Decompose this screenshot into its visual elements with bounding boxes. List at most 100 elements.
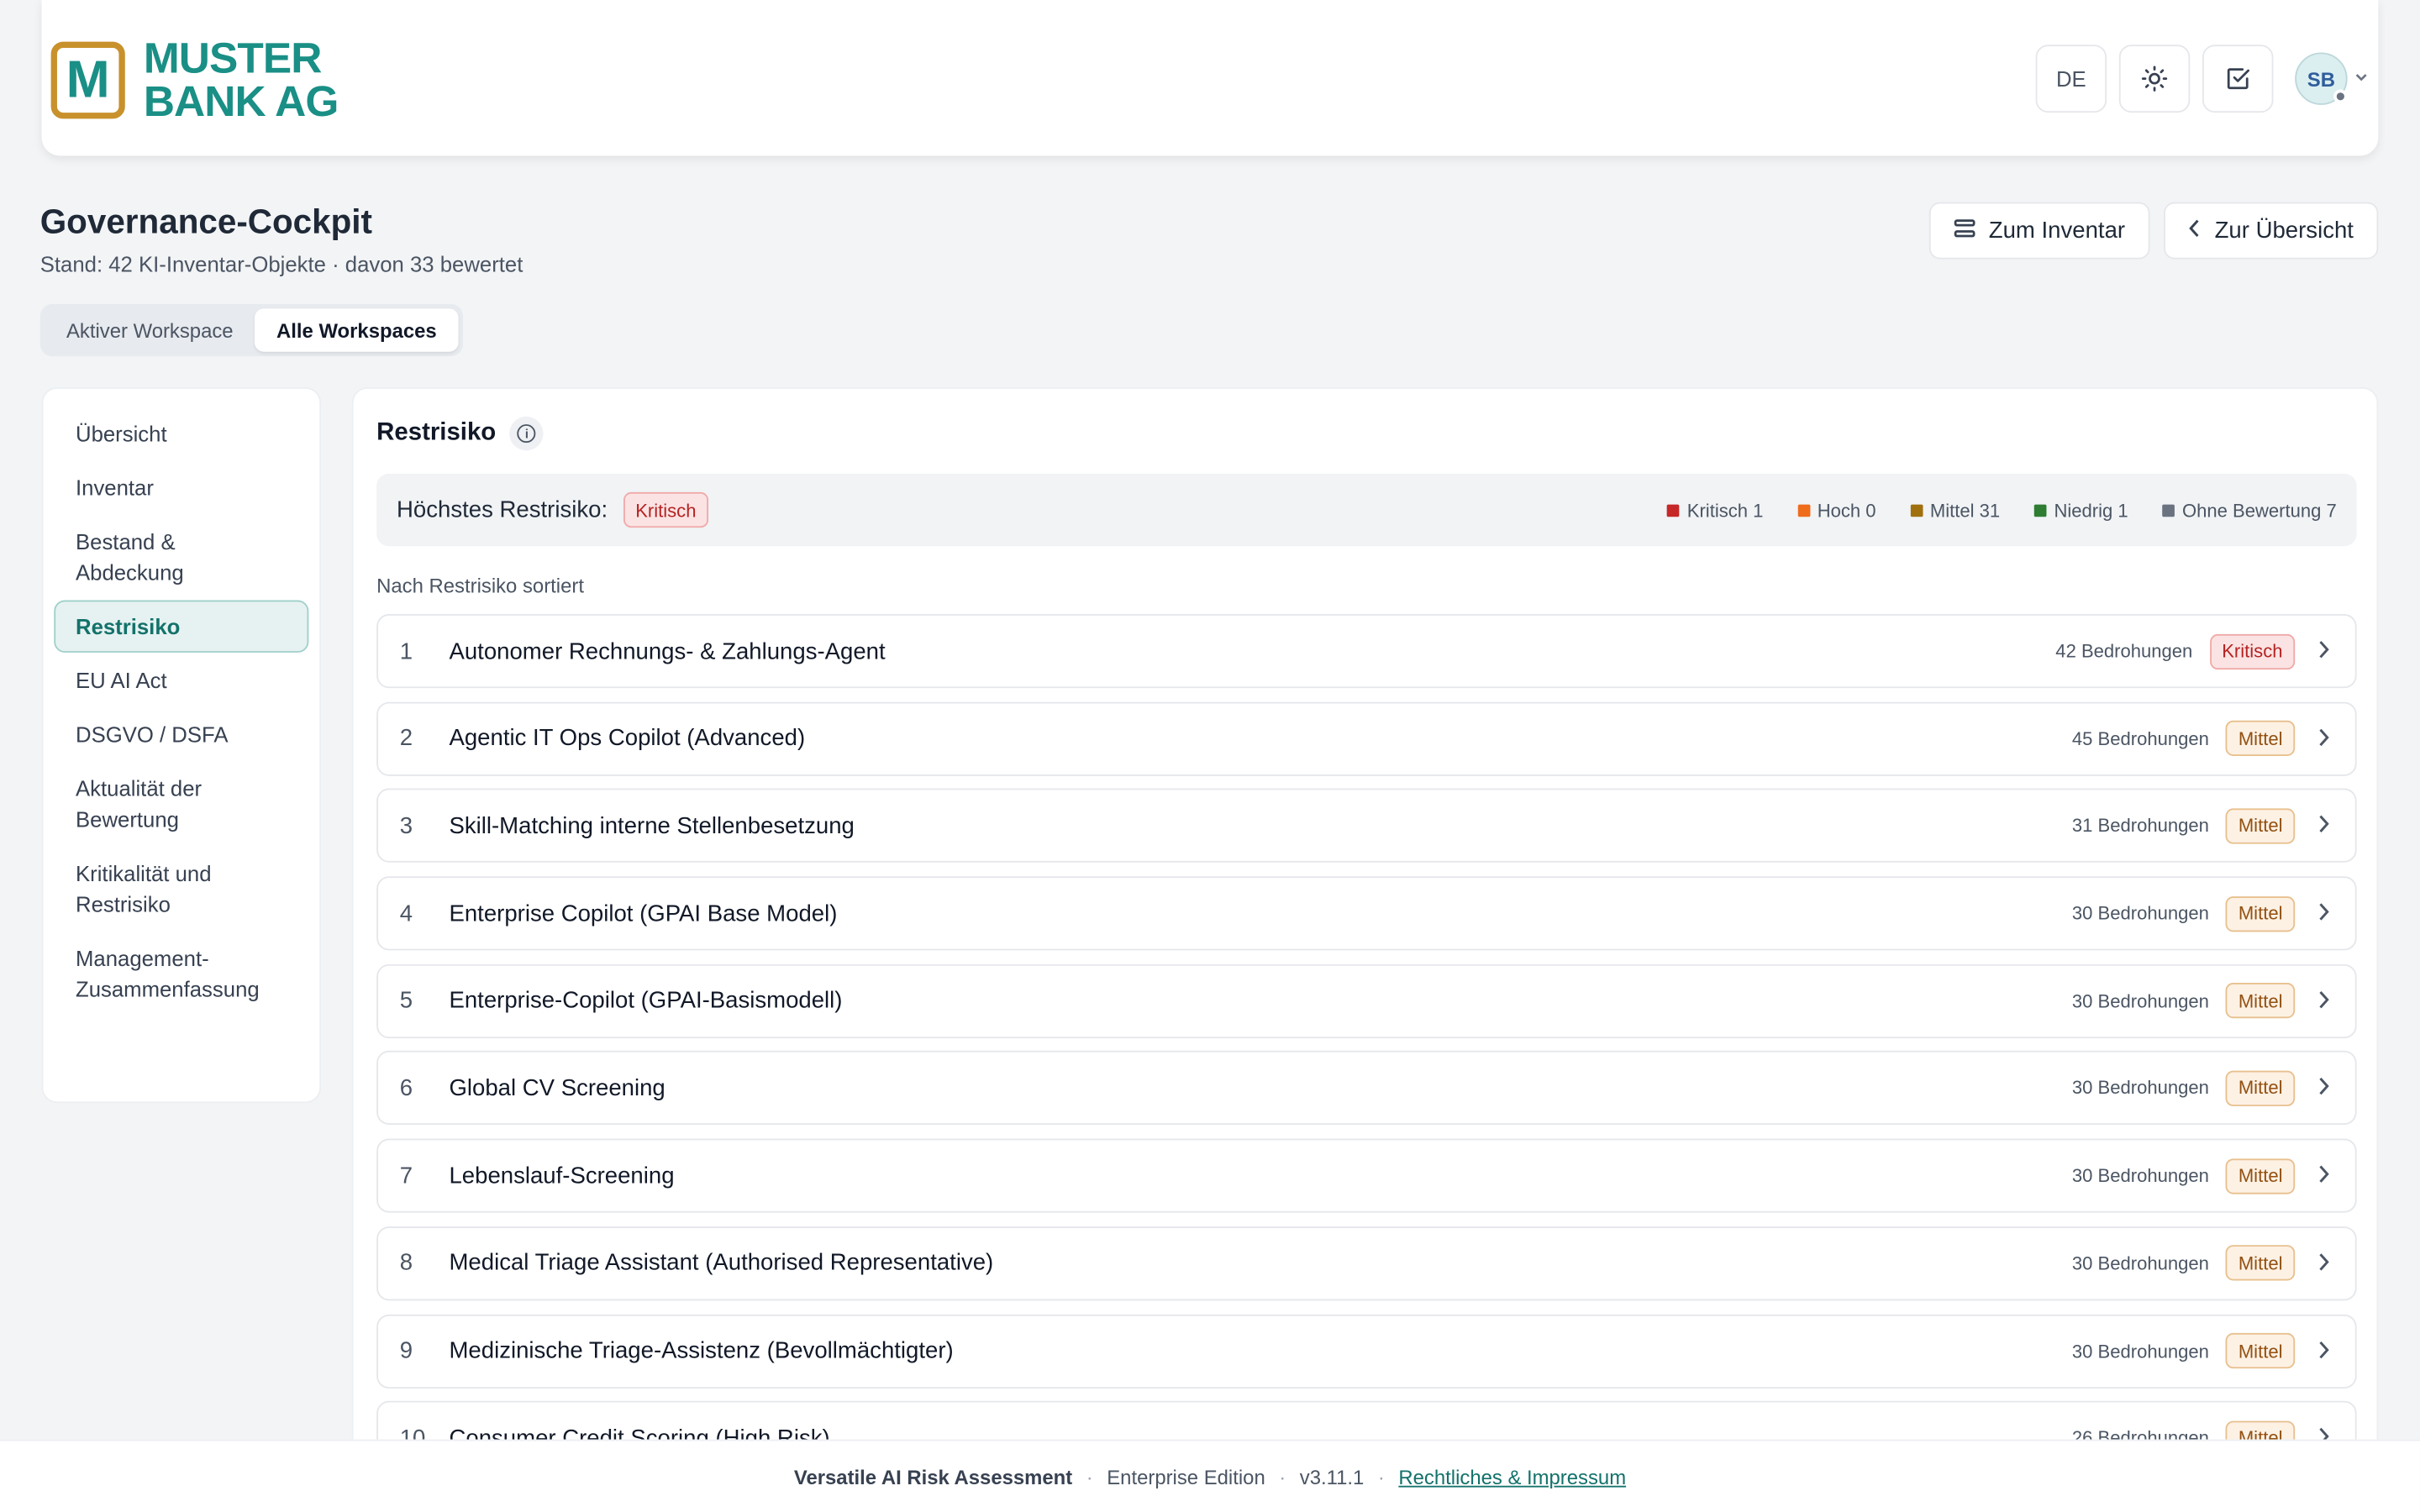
legend-item-medium: Mittel 31 xyxy=(1909,499,2000,521)
legend-item-low: Niedrig 1 xyxy=(2033,499,2128,521)
legend-item-unrated: Ohne Bewertung 7 xyxy=(2162,499,2337,521)
brand-logo[interactable]: M MUSTER BANK AG xyxy=(50,34,339,125)
sidebar-item-criticality[interactable]: Kritikalität und Restrisiko xyxy=(54,847,308,930)
table-row[interactable]: 7 Lebenslauf-Screening 30 Bedrohungen Mitte… xyxy=(376,1138,2357,1213)
risk-badge: Mittel xyxy=(2226,1245,2296,1282)
to-inventory-button[interactable]: Zum Inventar xyxy=(1928,202,2150,260)
residual-risk-panel: Restrisiko i Höchstes Restrisiko: Kritis… xyxy=(351,387,2379,1512)
sidebar: Übersicht Inventar Bestand & Abdeckung R… xyxy=(41,387,322,1104)
risk-list: 1 Autonomer Rechnungs- & Zahlungs-Agent 42… xyxy=(376,614,2357,1488)
row-name: Medical Triage Assistant (Authorised Rep… xyxy=(449,1250,994,1277)
logo-text: MUSTER BANK AG xyxy=(143,34,339,125)
sun-icon xyxy=(2141,66,2168,92)
chevron-right-icon xyxy=(2318,1163,2333,1188)
row-number: 6 xyxy=(399,1075,413,1102)
chevron-right-icon xyxy=(2318,989,2333,1013)
risk-badge: Kritisch xyxy=(2209,633,2296,669)
risk-badge: Mittel xyxy=(2226,808,2296,844)
status-dot xyxy=(2333,89,2348,104)
risk-badge: Mittel xyxy=(2226,1332,2296,1369)
row-number: 8 xyxy=(399,1250,413,1277)
tab-all-workspaces[interactable]: Alle Workspaces xyxy=(255,308,459,352)
row-number: 7 xyxy=(399,1163,413,1189)
tab-active-workspace[interactable]: Aktiver Workspace xyxy=(45,308,255,351)
table-row[interactable]: 5 Enterprise-Copilot (GPAI-Basismodell) 30… xyxy=(376,963,2357,1038)
language-button[interactable]: DE xyxy=(2035,45,2107,113)
footer-version: v3.11.1 xyxy=(1299,1464,1365,1488)
sidebar-item-overview[interactable]: Übersicht xyxy=(54,407,308,459)
row-number: 3 xyxy=(399,812,413,839)
chevron-right-icon xyxy=(2318,727,2333,751)
risk-badge: Mittel xyxy=(2226,895,2296,932)
row-number: 2 xyxy=(399,725,413,752)
checkbox-icon xyxy=(2227,68,2249,90)
logo-line-2: BANK AG xyxy=(143,76,339,125)
legend-item-high: Hoch 0 xyxy=(1797,499,1876,521)
table-row[interactable]: 6 Global CV Screening 30 Bedrohungen Mittel xyxy=(376,1051,2357,1126)
footer: Versatile AI Risk Assessment · Enterpris… xyxy=(0,1439,2420,1512)
row-number: 9 xyxy=(399,1337,413,1364)
workspace-switch: Aktiver Workspace Alle Workspaces xyxy=(39,303,463,357)
logo-mark: M xyxy=(50,41,125,119)
row-threats: 30 Bedrohungen xyxy=(2071,1077,2209,1100)
chevron-right-icon xyxy=(2318,814,2333,838)
sidebar-item-assessment-freshness[interactable]: Aktualität der Bewertung xyxy=(54,762,308,845)
to-inventory-label: Zum Inventar xyxy=(1988,217,2126,244)
risk-badge: Mittel xyxy=(2226,1158,2296,1194)
logo-line-1: MUSTER xyxy=(143,34,323,82)
header-actions: DE SB xyxy=(2035,45,2379,113)
sidebar-item-management-summary[interactable]: Management-Zusammenfassung xyxy=(54,932,308,1015)
sidebar-item-eu-ai-act[interactable]: EU AI Act xyxy=(54,654,308,706)
risk-badge: Mittel xyxy=(2226,721,2296,757)
table-row[interactable]: 9 Medizinische Triage-Assistenz (Bevollmä… xyxy=(376,1313,2357,1389)
theme-toggle-button[interactable] xyxy=(2118,45,2191,113)
sidebar-item-coverage[interactable]: Bestand & Abdeckung xyxy=(54,515,308,598)
row-number: 5 xyxy=(399,987,413,1015)
risk-badge: Mittel xyxy=(2226,1070,2296,1106)
risk-badge: Mittel xyxy=(2226,983,2296,1019)
list-icon xyxy=(1953,219,1975,243)
tasks-button[interactable] xyxy=(2202,45,2274,113)
user-menu[interactable]: SB xyxy=(2295,52,2369,105)
table-row[interactable]: 3 Skill-Matching interne Stellenbesetzung… xyxy=(376,789,2357,864)
footer-edition: Enterprise Edition xyxy=(1107,1464,1265,1488)
top-header: M MUSTER BANK AG DE SB xyxy=(41,0,2379,156)
footer-product: Versatile AI Risk Assessment xyxy=(793,1464,1073,1488)
chevron-right-icon xyxy=(2318,1338,2333,1362)
row-threats: 42 Bedrohungen xyxy=(2055,640,2193,662)
page-actions: Zum Inventar Zur Übersicht xyxy=(1915,202,2379,260)
chevron-down-icon xyxy=(2354,69,2369,89)
table-row[interactable]: 8 Medical Triage Assistant (Authorised Re… xyxy=(376,1226,2357,1300)
info-icon[interactable]: i xyxy=(509,416,544,451)
chevron-right-icon xyxy=(2318,638,2333,663)
section-title-text: Restrisiko xyxy=(376,419,497,446)
footer-legal-link[interactable]: Rechtliches & Impressum xyxy=(1398,1465,1626,1488)
row-threats: 30 Bedrohungen xyxy=(2071,902,2209,925)
avatar: SB xyxy=(2295,52,2348,105)
row-threats: 30 Bedrohungen xyxy=(2071,1252,2209,1274)
highest-risk-badge: Kritisch xyxy=(623,491,709,528)
sidebar-item-residual-risk[interactable]: Restrisiko xyxy=(54,600,309,653)
section-title: Restrisiko i xyxy=(376,416,544,451)
row-name: Medizinische Triage-Assistenz (Bevollmäc… xyxy=(449,1337,954,1364)
sidebar-item-gdpr[interactable]: DSGVO / DSFA xyxy=(54,708,308,760)
row-number: 4 xyxy=(399,900,413,927)
sort-label: Nach Restrisiko sortiert xyxy=(376,574,584,597)
risk-legend: Kritisch 1 Hoch 0 Mittel 31 Niedrig 1 Oh… xyxy=(1633,499,2337,521)
table-row[interactable]: 4 Enterprise Copilot (GPAI Base Model) 30 … xyxy=(376,876,2357,951)
row-name: Enterprise Copilot (GPAI Base Model) xyxy=(449,900,838,927)
page-title: Governance-Cockpit xyxy=(39,202,372,241)
row-name: Lebenslauf-Screening xyxy=(449,1163,675,1189)
table-row[interactable]: 1 Autonomer Rechnungs- & Zahlungs-Agent 42… xyxy=(376,614,2357,689)
highest-risk-label: Höchstes Restrisiko: xyxy=(397,496,608,523)
page-subtitle: Stand: 42 KI-Inventar-Objekte · davon 33… xyxy=(39,251,523,276)
row-threats: 30 Bedrohungen xyxy=(2071,1340,2209,1362)
table-row[interactable]: 2 Agentic IT Ops Copilot (Advanced) 45 Bed… xyxy=(376,701,2357,776)
to-overview-button[interactable]: Zur Übersicht xyxy=(2163,202,2379,260)
row-threats: 31 Bedrohungen xyxy=(2071,815,2209,837)
sidebar-item-inventory[interactable]: Inventar xyxy=(54,461,308,513)
to-overview-label: Zur Übersicht xyxy=(2214,217,2354,244)
row-name: Autonomer Rechnungs- & Zahlungs-Agent xyxy=(449,638,886,664)
avatar-initials: SB xyxy=(2307,66,2335,91)
row-threats: 30 Bedrohungen xyxy=(2071,1164,2209,1187)
